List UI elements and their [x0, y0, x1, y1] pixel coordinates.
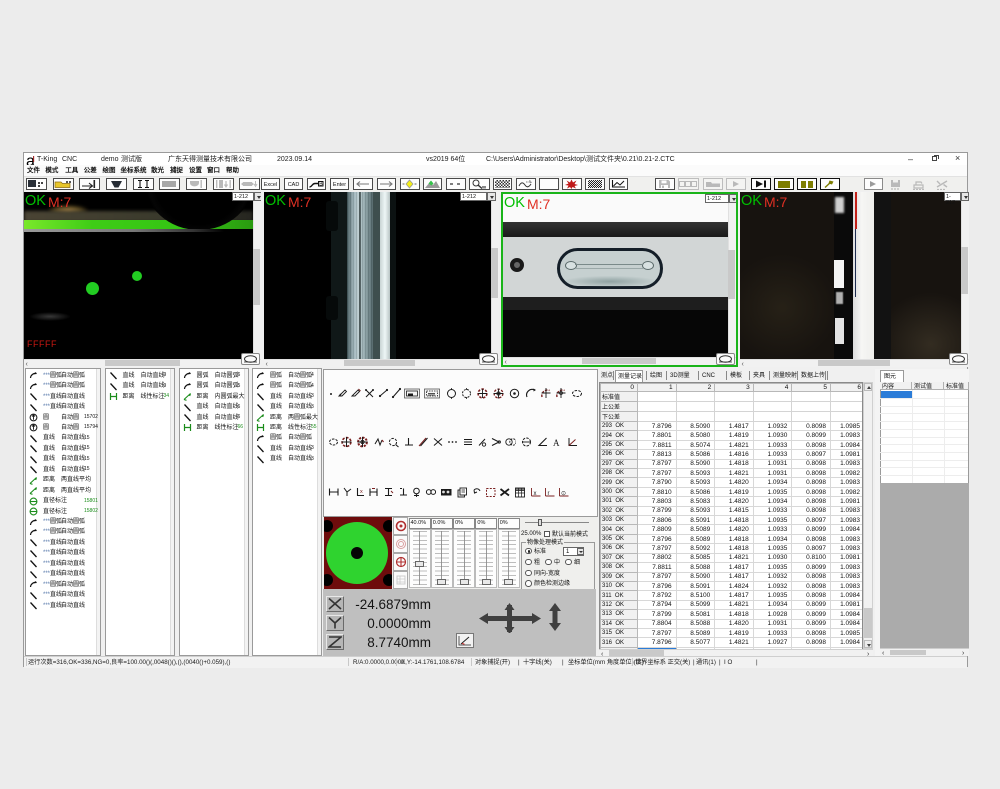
svg-text:A: A [553, 438, 560, 448]
svg-text:r: r [548, 491, 550, 497]
svg-text:⊙: ⊙ [561, 491, 566, 497]
svg-text:x: x [360, 489, 363, 495]
svg-text:x: x [534, 491, 537, 497]
